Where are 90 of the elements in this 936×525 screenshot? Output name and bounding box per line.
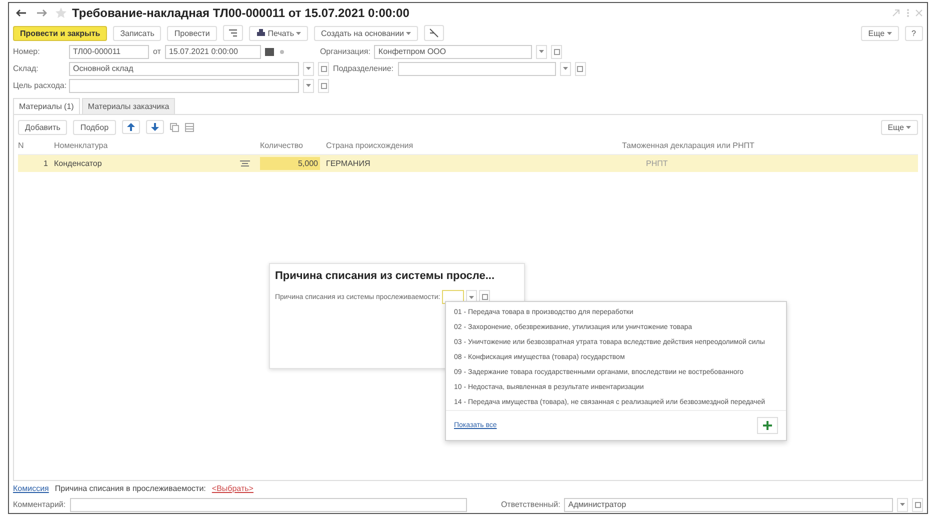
caret-icon [306, 67, 311, 70]
table-row[interactable]: 1 Конденсатор 5,000 ГЕРМАНИЯ РНПТ [18, 155, 918, 172]
help-button[interactable]: ? [904, 26, 923, 40]
warehouse-field[interactable]: Основной склад [69, 62, 299, 76]
more-icon[interactable] [278, 48, 286, 56]
commission-link[interactable]: Комиссия [13, 484, 49, 493]
move-down-button[interactable] [146, 120, 164, 134]
lines-icon [228, 28, 238, 38]
number-field[interactable]: ТЛ00-000011 [69, 44, 149, 58]
square-icon [482, 294, 488, 300]
field-label: Номер: [13, 47, 41, 56]
move-up-button[interactable] [122, 120, 140, 134]
down-arrow-icon [150, 123, 159, 131]
dropdown-button[interactable] [536, 44, 548, 58]
caret-icon [562, 67, 568, 70]
stack-icon [240, 160, 250, 167]
tab[interactable]: Материалы заказчика [82, 98, 176, 114]
open-button[interactable] [574, 62, 586, 76]
column-header: Таможенная декларация или РНПТ [622, 141, 756, 150]
add-button[interactable] [757, 417, 778, 434]
open-button[interactable] [912, 498, 924, 512]
caret-icon [406, 32, 412, 34]
responsible-field[interactable]: Администратор [564, 498, 894, 512]
open-button[interactable] [551, 44, 562, 58]
purpose-field[interactable] [69, 78, 299, 92]
table-cell: 5,000 [260, 157, 320, 170]
field-label: Подразделение: [333, 64, 394, 73]
more-button[interactable]: Еще [861, 26, 899, 40]
caret-icon [906, 126, 911, 128]
close-icon[interactable] [915, 9, 923, 17]
report-button[interactable] [424, 25, 444, 41]
more-icon[interactable] [906, 8, 910, 18]
caret-icon [306, 84, 311, 87]
create-based-button[interactable]: Создать на основании [314, 26, 418, 40]
dropdown-button[interactable] [897, 498, 908, 512]
table-cell-text: РНПТ [645, 159, 669, 168]
table-cell-text: ГЕРМАНИЯ [326, 159, 372, 168]
link-icon[interactable] [891, 8, 901, 18]
caret-icon [900, 503, 906, 506]
column-header: N [18, 141, 25, 150]
table-icon[interactable] [184, 122, 194, 132]
date-field[interactable]: 15.07.2021 0:00:00 [164, 44, 261, 58]
field-label: Склад: [13, 64, 40, 73]
dropdown-button[interactable] [303, 62, 314, 76]
organization-field[interactable]: Конфетпром ООО [374, 44, 532, 58]
column-header: Номенклатура [54, 141, 109, 150]
structure-button[interactable] [222, 25, 243, 41]
post-and-close-button[interactable]: Провести и закрыть [13, 26, 108, 40]
tab[interactable]: Материалы (1) [13, 98, 80, 114]
printer-icon [256, 28, 266, 38]
open-button[interactable] [318, 78, 329, 92]
square-icon [554, 48, 560, 54]
square-icon [914, 502, 921, 508]
dropdown-button[interactable] [303, 78, 314, 92]
reason-label: Причина списания в прослеживаемости: [54, 484, 206, 493]
comment-field[interactable] [70, 498, 467, 512]
open-button[interactable] [318, 62, 329, 76]
pick-button[interactable]: Подбор [73, 120, 116, 134]
field-label: Комментарий: [13, 500, 66, 509]
field-label: от [153, 47, 161, 56]
column-header: Страна происхождения [326, 141, 414, 150]
caret-icon [539, 50, 544, 53]
add-button[interactable]: Добавить [18, 120, 68, 134]
plus-icon [763, 421, 772, 430]
toolbar-button[interactable]: Записать [113, 26, 162, 40]
caret-icon [886, 32, 892, 34]
toolbar-button[interactable]: Провести [167, 26, 217, 40]
slash-icon [429, 28, 440, 38]
window-title: Требование-накладная ТЛ00-000011 от 15.07.2021 0:00:00 [72, 6, 410, 20]
field-label: Ответственный: [500, 500, 560, 509]
column-header: Количество [260, 141, 304, 150]
up-arrow-icon [126, 123, 135, 131]
copy-icon[interactable] [170, 122, 179, 132]
square-icon [320, 82, 326, 88]
choose-link[interactable]: <Выбрать> [212, 484, 254, 493]
table-cell: Конденсатор [54, 159, 102, 168]
caret-icon [469, 296, 474, 298]
field-label: Цель расхода: [13, 81, 65, 90]
more-button[interactable]: Еще [880, 120, 918, 134]
square-icon [320, 66, 326, 72]
field-label: Организация: [320, 47, 370, 56]
calendar-icon[interactable] [264, 47, 274, 56]
department-field[interactable] [398, 62, 556, 76]
caret-icon [296, 32, 302, 34]
print-button[interactable]: Печать [248, 26, 308, 40]
dropdown-button[interactable] [560, 62, 571, 76]
dialog-title: Причина списания из системы просле... [275, 270, 495, 282]
table-cell-text: 1 [42, 159, 48, 168]
star-icon[interactable] [55, 7, 67, 19]
square-icon [577, 66, 584, 72]
